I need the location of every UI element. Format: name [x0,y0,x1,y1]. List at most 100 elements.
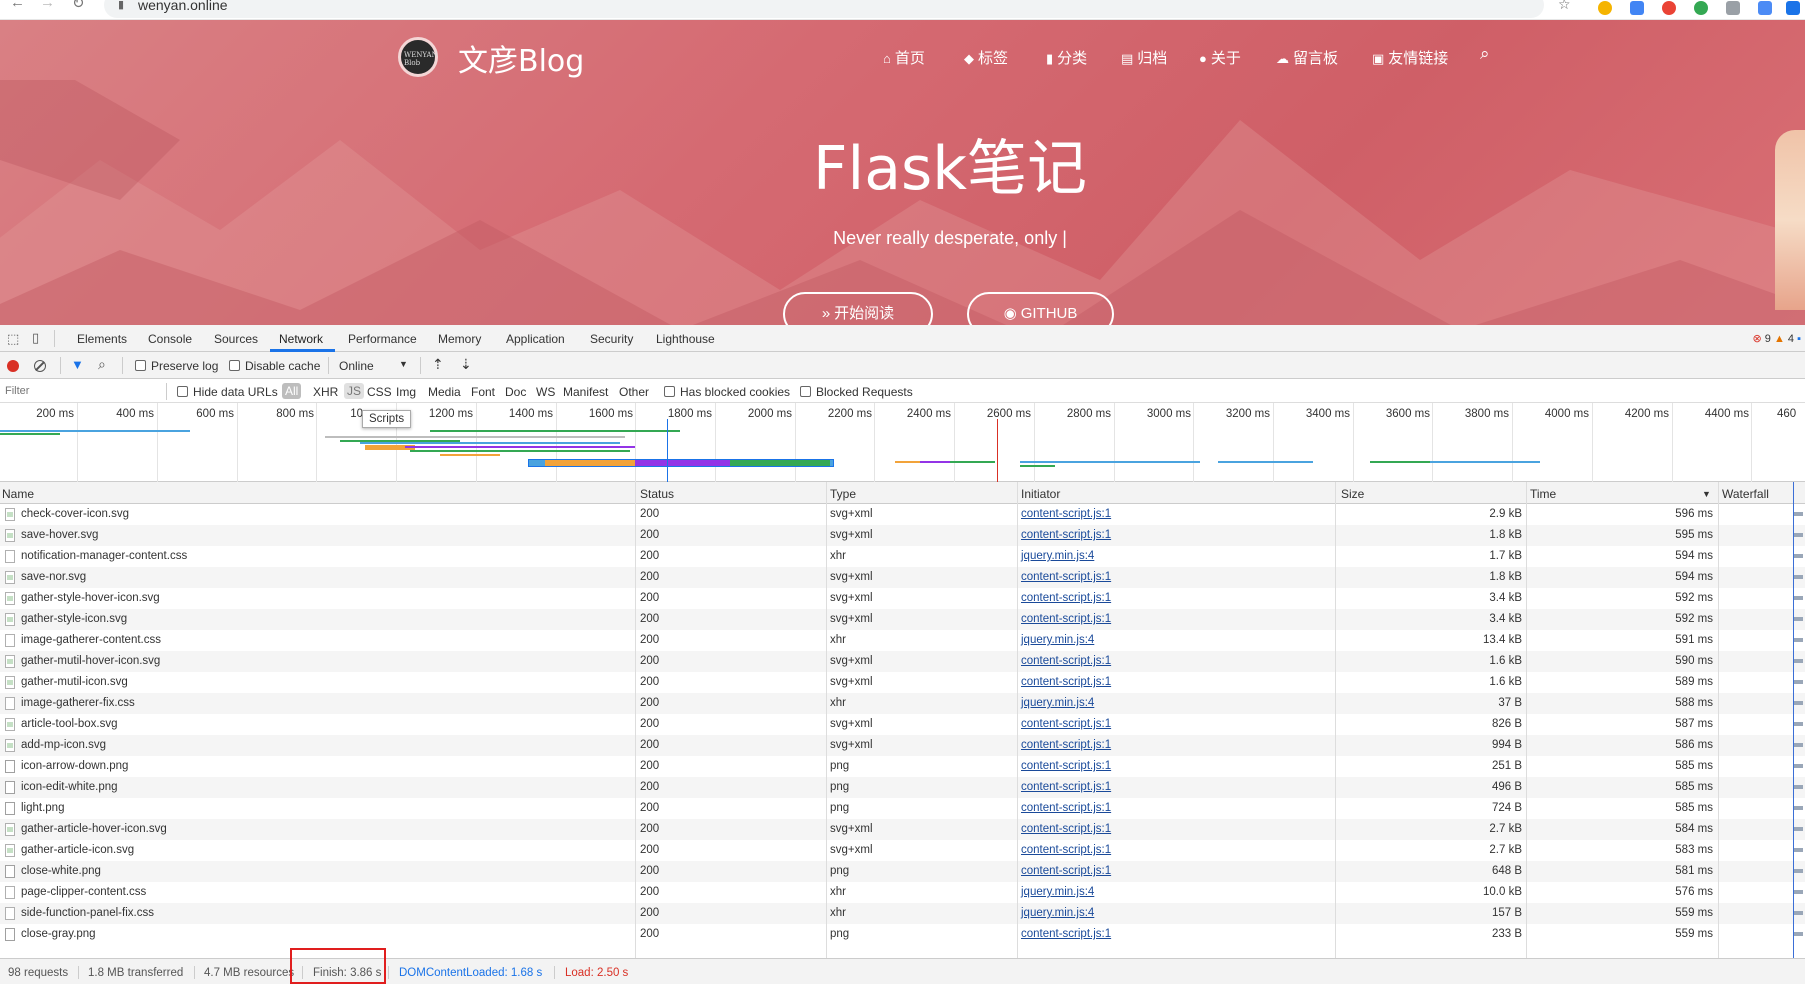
tab-application[interactable]: Application [506,332,565,346]
request-initiator[interactable]: jquery.min.js:4 [1021,907,1094,919]
extension-icon[interactable] [1694,1,1708,15]
request-initiator[interactable]: content-script.js:1 [1021,844,1111,856]
site-logo[interactable]: WENYAN Blob [398,37,438,77]
nav-home[interactable]: ⌂ 首页 [883,47,925,68]
extension-icon[interactable] [1630,1,1644,15]
column-header-type[interactable]: Type [830,487,856,501]
table-row[interactable]: light.png 200 png content-script.js:1 724 B 5… [0,798,1805,819]
request-initiator[interactable]: jquery.min.js:4 [1021,634,1094,646]
table-row[interactable]: icon-edit-white.png 200 png content-script.… [0,777,1805,798]
table-row[interactable]: gather-style-icon.svg 200 svg+xml content-s… [0,609,1805,630]
request-initiator[interactable]: content-script.js:1 [1021,571,1111,583]
table-row[interactable]: gather-article-hover-icon.svg 200 svg+xml c… [0,819,1805,840]
sort-desc-icon[interactable]: ▼ [1702,489,1711,499]
table-row[interactable]: notification-manager-content.css 200 xhr jq… [0,546,1805,567]
filter-type-css[interactable]: CSS [367,385,392,399]
table-row[interactable]: close-white.png 200 png content-script.js:1… [0,861,1805,882]
import-har-icon[interactable]: ⇡ [432,356,444,373]
request-initiator[interactable]: jquery.min.js:4 [1021,697,1094,709]
export-har-icon[interactable]: ⇣ [460,356,472,373]
github-button[interactable]: ◉ GITHUB [967,292,1114,325]
filter-type-other[interactable]: Other [619,385,649,399]
filter-type-media[interactable]: Media [428,385,461,399]
search-icon[interactable]: ⌕ [98,356,106,373]
request-initiator[interactable]: content-script.js:1 [1021,823,1111,835]
table-row[interactable]: side-function-panel-fix.css 200 xhr jquery.… [0,903,1805,924]
has-blocked-cookies-checkbox[interactable]: Has blocked cookies [664,385,790,399]
extension-icon[interactable] [1726,1,1740,15]
site-title[interactable]: 文彦Blog [458,36,584,80]
search-icon[interactable]: ⌕ [1480,44,1490,64]
nav-guestbook[interactable]: ☁ 留言板 [1276,47,1338,68]
bookmark-star-icon[interactable]: ☆ [1558,0,1571,13]
table-row[interactable]: image-gatherer-fix.css 200 xhr jquery.min.j… [0,693,1805,714]
request-initiator[interactable]: content-script.js:1 [1021,613,1111,625]
table-row[interactable]: gather-article-icon.svg 200 svg+xml content… [0,840,1805,861]
blocked-requests-checkbox[interactable]: Blocked Requests [800,385,913,399]
tab-lighthouse[interactable]: Lighthouse [656,332,715,346]
filter-type-js[interactable]: JS [344,383,365,399]
request-initiator[interactable]: content-script.js:1 [1021,739,1111,751]
disable-cache-checkbox[interactable]: Disable cache [229,359,320,373]
filter-type-ws[interactable]: WS [536,385,555,399]
request-initiator[interactable]: content-script.js:1 [1021,928,1111,940]
tab-sources[interactable]: Sources [214,332,258,346]
tab-console[interactable]: Console [148,332,192,346]
request-initiator[interactable]: content-script.js:1 [1021,655,1111,667]
table-row[interactable]: save-nor.svg 200 svg+xml content-script.js:… [0,567,1805,588]
tab-security[interactable]: Security [590,332,633,346]
address-bar[interactable]: ▮ wenyan.online [104,0,1544,18]
issue-counters[interactable]: ⊗ 9 ▲ 4 ▪ [1752,332,1801,345]
tab-elements[interactable]: Elements [77,332,127,346]
filter-type-font[interactable]: Font [471,385,495,399]
request-initiator[interactable]: content-script.js:1 [1021,508,1111,520]
request-initiator[interactable]: jquery.min.js:4 [1021,886,1094,898]
back-icon[interactable]: ← [10,0,25,11]
inspect-element-icon[interactable]: ⬚ [7,331,19,347]
request-initiator[interactable]: content-script.js:1 [1021,865,1111,877]
column-header-time[interactable]: Time [1530,487,1556,501]
extension-icon[interactable] [1786,1,1800,15]
filter-type-doc[interactable]: Doc [505,385,526,399]
reload-icon[interactable]: ↻ [72,0,85,12]
filter-type-all[interactable]: All [282,383,302,399]
request-initiator[interactable]: content-script.js:1 [1021,781,1111,793]
table-row[interactable]: save-hover.svg 200 svg+xml content-script.j… [0,525,1805,546]
table-row[interactable]: add-mp-icon.svg 200 svg+xml content-script.… [0,735,1805,756]
request-initiator[interactable]: content-script.js:1 [1021,529,1111,541]
column-header-initiator[interactable]: Initiator [1021,487,1060,501]
clear-button[interactable] [34,360,46,372]
table-row[interactable]: gather-mutil-hover-icon.svg 200 svg+xml con… [0,651,1805,672]
table-row[interactable]: gather-style-hover-icon.svg 200 svg+xml con… [0,588,1805,609]
column-header-size[interactable]: Size [1341,487,1364,501]
request-initiator[interactable]: content-script.js:1 [1021,676,1111,688]
filter-type-manifest[interactable]: Manifest [563,385,608,399]
request-initiator[interactable]: content-script.js:1 [1021,718,1111,730]
nav-links[interactable]: ▣ 友情链接 [1372,47,1448,68]
forward-icon[interactable]: → [40,0,55,11]
column-header-waterfall[interactable]: Waterfall [1722,487,1769,501]
table-row[interactable]: page-clipper-content.css 200 xhr jquery.min… [0,882,1805,903]
nav-categories[interactable]: ▮ 分类 [1046,47,1087,68]
tab-performance[interactable]: Performance [348,332,417,346]
nav-about[interactable]: ● 关于 [1199,47,1241,68]
tab-network[interactable]: Network [279,332,323,346]
start-reading-button[interactable]: » 开始阅读 [783,292,933,325]
extension-icon[interactable] [1598,1,1612,15]
filter-type-xhr[interactable]: XHR [313,385,338,399]
table-row[interactable]: image-gatherer-content.css 200 xhr jquery.m… [0,630,1805,651]
hide-data-urls-checkbox[interactable]: Hide data URLs [177,385,278,399]
filter-type-img[interactable]: Img [396,385,416,399]
table-row[interactable]: icon-arrow-down.png 200 png content-script.… [0,756,1805,777]
nav-archive[interactable]: ▤ 归档 [1121,47,1167,68]
table-row[interactable]: gather-mutil-icon.svg 200 svg+xml content-s… [0,672,1805,693]
tab-memory[interactable]: Memory [438,332,481,346]
filter-icon[interactable]: ▼ [71,357,84,372]
extension-icon[interactable] [1758,1,1772,15]
column-header-name[interactable]: Name [2,487,34,501]
nav-tags[interactable]: ◆ 标签 [964,47,1008,68]
filter-input[interactable] [2,382,164,400]
network-overview-timeline[interactable]: 200 ms 400 ms 600 ms 800 ms 10 1200 ms 1… [0,403,1805,482]
request-initiator[interactable]: jquery.min.js:4 [1021,550,1094,562]
column-header-status[interactable]: Status [640,487,674,501]
